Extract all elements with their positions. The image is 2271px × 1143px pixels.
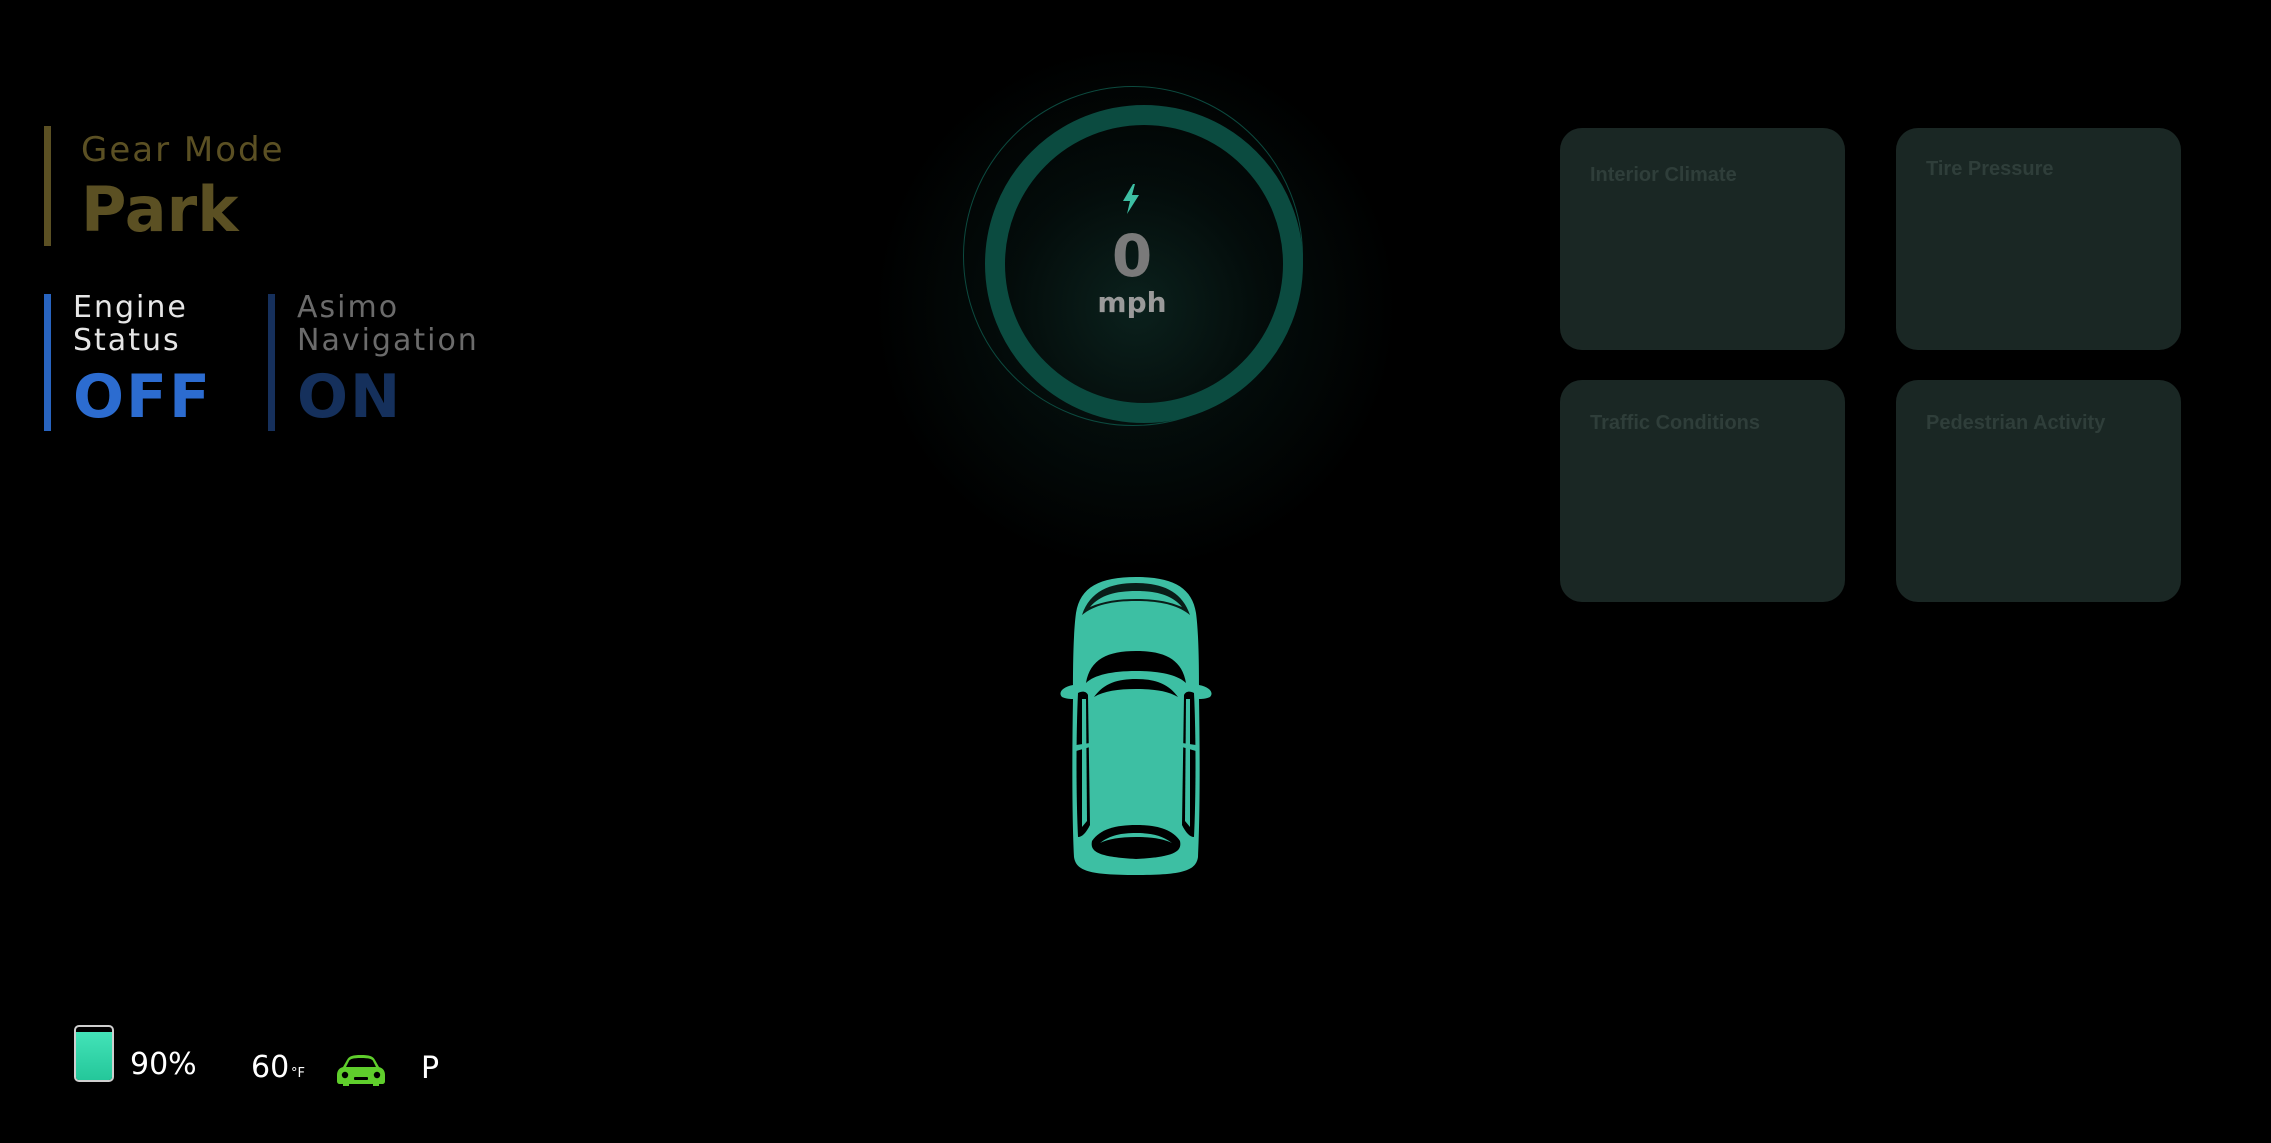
- speed-unit: mph: [1097, 286, 1167, 319]
- navigation-value: ON: [297, 362, 403, 432]
- navigation-caption: Asimo Navigation: [297, 290, 479, 358]
- gear-mode-value: Park: [81, 173, 239, 246]
- card-interior-climate[interactable]: Interior Climate: [1560, 128, 1845, 350]
- temperature-unit: °F: [291, 1066, 305, 1081]
- battery-icon: [74, 1025, 114, 1082]
- temperature-value: 60: [251, 1050, 290, 1085]
- card-title: Interior Climate: [1590, 164, 1737, 186]
- lightning-bolt-icon: [1123, 184, 1139, 214]
- speed-value: 0: [1111, 222, 1153, 290]
- battery-percentage: 90%: [130, 1047, 197, 1082]
- card-title: Pedestrian Activity: [1926, 412, 2106, 434]
- gear-indicator: P: [421, 1051, 440, 1086]
- speedometer: 0 mph: [963, 86, 1307, 430]
- bottom-status-bar: 90% 60 °F P: [0, 1020, 600, 1120]
- engine-status-value: OFF: [73, 362, 212, 432]
- car-front-icon: [337, 1055, 385, 1086]
- gear-mode-panel: Gear Mode Park: [44, 126, 404, 246]
- card-pedestrian-activity[interactable]: Pedestrian Activity: [1896, 380, 2181, 602]
- battery-fill: [76, 1032, 112, 1080]
- card-traffic-conditions[interactable]: Traffic Conditions: [1560, 380, 1845, 602]
- engine-status-panel[interactable]: Engine Status OFF: [44, 291, 231, 432]
- dashboard-screen: Gear Mode Park Engine Status OFF Asimo N…: [0, 0, 2271, 1143]
- card-tire-pressure[interactable]: Tire Pressure: [1896, 128, 2181, 350]
- engine-status-caption: Engine Status: [73, 290, 188, 358]
- card-title: Tire Pressure: [1926, 158, 2054, 180]
- gear-mode-caption: Gear Mode: [81, 130, 285, 170]
- car-top-view-icon: [1060, 577, 1212, 875]
- navigation-panel[interactable]: Asimo Navigation ON: [268, 290, 495, 432]
- card-title: Traffic Conditions: [1590, 412, 1760, 434]
